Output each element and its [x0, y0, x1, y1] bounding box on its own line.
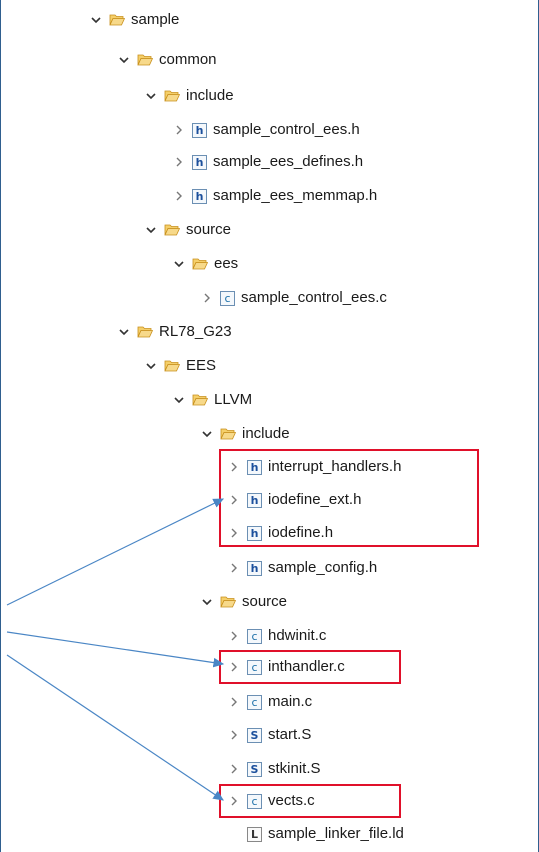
arrow-to-inthandler	[6, 631, 225, 668]
arrow-to-vects	[6, 654, 224, 801]
project-explorer-panel: sample common include h sample_control_e…	[0, 0, 539, 852]
pointer-arrows	[6, 498, 225, 801]
arrow-to-include-headers	[6, 498, 225, 606]
